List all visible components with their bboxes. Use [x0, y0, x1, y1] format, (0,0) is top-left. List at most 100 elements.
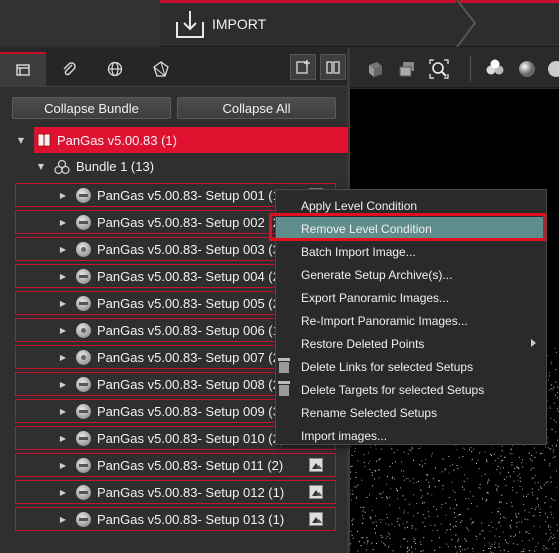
expand-caret-icon[interactable]: ▼: [16, 135, 26, 145]
setup-minus-icon: [76, 484, 91, 500]
menu-item-rename-selected-setups[interactable]: Rename Selected Setups: [276, 401, 546, 424]
menu-item-remove-level-condition[interactable]: Remove Level Condition: [276, 217, 546, 240]
tab-globe[interactable]: [92, 52, 138, 86]
sphere-icon: [519, 61, 535, 77]
viewer-window-button[interactable]: [396, 58, 418, 80]
expand-caret-icon[interactable]: ▶: [58, 406, 68, 416]
tree-actions: [290, 54, 346, 80]
collapse-all-button[interactable]: Collapse All: [177, 97, 336, 119]
setup-label: PanGas v5.00.83- Setup 011 (2): [97, 457, 284, 473]
expand-caret-icon[interactable]: ▶: [58, 460, 68, 470]
trash-icon: [277, 381, 291, 396]
expand-caret-icon[interactable]: ▶: [58, 271, 68, 281]
top-toolbar-left-segment: [0, 0, 160, 47]
setup-minus-icon: [76, 268, 91, 284]
panorama-image-icon[interactable]: [309, 458, 323, 472]
setup-minus-icon: [76, 376, 91, 392]
expand-caret-icon[interactable]: ▶: [58, 244, 68, 254]
zoom-fit-icon: [429, 59, 449, 79]
menu-item-reimport-panoramic-images[interactable]: Re-Import Panoramic Images...: [276, 309, 546, 332]
network-icon: [153, 61, 169, 77]
tree-root-row[interactable]: ▼ PanGas v5.00.83 (1): [12, 127, 348, 153]
menu-item-restore-deleted-points[interactable]: Restore Deleted Points: [276, 332, 546, 355]
top-toolbar: IMPORT: [0, 0, 559, 47]
menu-item-export-panoramic-images[interactable]: Export Panoramic Images...: [276, 286, 546, 309]
tab-project-tree[interactable]: [0, 52, 46, 86]
sphere-render-button-2[interactable]: [546, 58, 559, 80]
expand-caret-icon[interactable]: ▼: [36, 162, 46, 172]
menu-item-label: Restore Deleted Points: [301, 336, 425, 351]
viewer-view-button[interactable]: [364, 58, 386, 80]
chevron-right-icon: [456, 0, 477, 47]
menu-item-apply-level-condition[interactable]: Apply Level Condition: [276, 194, 546, 217]
setup-label: PanGas v5.00.83- Setup 002 (2): [97, 214, 285, 230]
expand-caret-icon[interactable]: ▶: [58, 379, 68, 389]
setup-dot-icon: [76, 322, 91, 338]
menu-item-import-images[interactable]: Import images...: [276, 424, 546, 447]
expand-caret-icon[interactable]: ▶: [58, 325, 68, 335]
setup-minus-icon: [76, 430, 91, 446]
cube-view-icon: [369, 62, 382, 77]
add-setup-icon: [296, 60, 310, 74]
expand-caret-icon[interactable]: ▶: [58, 298, 68, 308]
tab-network[interactable]: [138, 52, 184, 86]
panel-tab-strip: [0, 48, 347, 86]
setup-minus-icon: [76, 187, 91, 203]
setup-dot-icon: [76, 241, 91, 257]
setup-label: PanGas v5.00.83- Setup 008 (2): [97, 376, 285, 392]
expand-caret-icon[interactable]: ▶: [58, 352, 68, 362]
bundle-icon: [54, 159, 70, 174]
top-accent-bar: [160, 0, 456, 3]
folder-tree-icon: [16, 64, 30, 76]
expand-caret-icon[interactable]: ▶: [58, 514, 68, 524]
setup-row[interactable]: ▶ PanGas v5.00.83- Setup 012 (1): [15, 480, 336, 504]
menu-item-delete-targets[interactable]: Delete Targets for selected Setups: [276, 378, 546, 401]
setup-minus-icon: [76, 511, 91, 527]
menu-item-generate-setup-archive[interactable]: Generate Setup Archive(s)...: [276, 263, 546, 286]
sphere-partial-icon: [548, 61, 559, 77]
book-icon: [326, 61, 340, 74]
expand-caret-icon[interactable]: ▶: [58, 190, 68, 200]
collapse-buttons: Collapse Bundle Collapse All: [12, 97, 336, 119]
setup-minus-icon: [76, 295, 91, 311]
windows-icon: [399, 62, 414, 77]
sphere-render-button[interactable]: [516, 58, 538, 80]
open-book-button[interactable]: [320, 54, 346, 80]
panorama-image-icon[interactable]: [309, 512, 323, 526]
panorama-image-icon[interactable]: [309, 485, 323, 499]
book-project-icon: [37, 133, 51, 148]
setup-label: PanGas v5.00.83- Setup 012 (1): [97, 484, 285, 500]
expand-caret-icon[interactable]: ▶: [58, 487, 68, 497]
tree-bundle-row[interactable]: ▼ Bundle 1 (13): [12, 153, 338, 180]
setup-label: PanGas v5.00.83- Setup 006 (1): [97, 322, 285, 338]
toolbar-separator: [470, 56, 471, 82]
setup-label: PanGas v5.00.83- Setup 013 (1): [97, 511, 285, 527]
setup-row[interactable]: ▶ PanGas v5.00.83- Setup 013 (1): [15, 507, 336, 531]
expand-caret-icon[interactable]: ▶: [58, 433, 68, 443]
setup-dot-icon: [76, 349, 91, 365]
setup-row[interactable]: ▶ PanGas v5.00.83- Setup 011 (2): [15, 453, 336, 477]
collapse-bundle-button[interactable]: Collapse Bundle: [12, 97, 171, 119]
setup-minus-icon: [76, 214, 91, 230]
tab-attachments[interactable]: [46, 52, 92, 86]
setup-label: PanGas v5.00.83- Setup 001 (1): [97, 187, 285, 203]
add-setup-button[interactable]: [290, 54, 316, 80]
zoom-fit-button[interactable]: [428, 58, 450, 80]
menu-item-delete-links[interactable]: Delete Links for selected Setups: [276, 355, 546, 378]
setup-label: PanGas v5.00.83- Setup 009 (3): [97, 403, 285, 419]
setup-label: PanGas v5.00.83- Setup 007 (2): [97, 349, 285, 365]
setup-label: PanGas v5.00.83- Setup 004 (2): [97, 268, 285, 284]
tree-bundle-label: Bundle 1 (13): [76, 159, 155, 174]
layers-button[interactable]: [484, 58, 506, 80]
setup-minus-icon: [76, 403, 91, 419]
import-icon: [176, 11, 204, 38]
menu-item-batch-import-image[interactable]: Batch Import Image...: [276, 240, 546, 263]
setup-label: PanGas v5.00.83- Setup 010 (2): [97, 430, 285, 446]
tree-root-label: PanGas v5.00.83 (1): [57, 132, 177, 148]
app-window: IMPORT Collapse Bundle Collapse All ▼ Pa…: [0, 0, 559, 553]
expand-caret-icon[interactable]: ▶: [58, 217, 68, 227]
import-button[interactable]: IMPORT: [174, 8, 266, 40]
setup-label: PanGas v5.00.83- Setup 005 (2): [97, 295, 285, 311]
viewer-toolbar: [350, 48, 559, 88]
context-menu: Apply Level Condition Remove Level Condi…: [275, 189, 547, 445]
